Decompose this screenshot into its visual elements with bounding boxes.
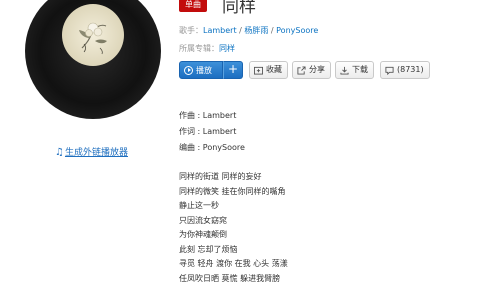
generate-player-link[interactable]: ♫生成外链播放器	[55, 145, 128, 158]
album-cover-image	[62, 4, 124, 66]
collect-button[interactable]: 收藏	[249, 61, 288, 79]
artist-link-2[interactable]: 杨胖雨	[244, 26, 268, 35]
share-button[interactable]: 分享	[292, 61, 331, 79]
artist-link-3[interactable]: PonySoore	[276, 26, 318, 35]
generate-player-link-label: 生成外链播放器	[64, 148, 128, 158]
share-icon	[297, 65, 306, 75]
collect-button-label: 收藏	[266, 65, 282, 74]
lyricist-credit: 作词 : Lambert	[179, 127, 237, 136]
play-circle-icon	[184, 65, 193, 75]
folder-add-icon	[254, 66, 263, 75]
download-button-label: 下载	[352, 65, 368, 74]
lyric-line: 寻觅 轻舟 渡你 在我 心头 荡漾	[179, 259, 288, 268]
share-button-label: 分享	[309, 65, 325, 74]
artist-line: 歌手：Lambert / 杨胖雨 / PonySoore	[179, 26, 319, 35]
singer-label: 歌手：	[179, 26, 203, 35]
download-button[interactable]: 下载	[335, 61, 374, 79]
flower-cover-art	[62, 4, 124, 66]
composer-credit: 作曲 : Lambert	[179, 111, 237, 120]
lyric-line: 静止这一秒	[179, 201, 219, 210]
album-link[interactable]: 同样	[219, 44, 235, 53]
artist-link-1[interactable]: Lambert	[203, 26, 237, 35]
music-note-icon: ♫	[55, 147, 64, 158]
add-to-playlist-button[interactable]: +	[223, 61, 243, 79]
lyric-line: 只因流女窈窕	[179, 215, 227, 225]
comment-count: (8731)	[397, 65, 424, 74]
play-button-label: 播放	[196, 65, 212, 75]
lyric-line: 同样的微笑 挂在你同样的嘴角	[179, 186, 286, 196]
lyric-line: 任凤吹日晒 莫慌 躲进我臂膀	[179, 273, 281, 283]
single-badge: 单曲	[179, 0, 207, 12]
comment-icon	[385, 66, 394, 75]
song-title: 同样	[222, 0, 256, 17]
play-button[interactable]: 播放	[179, 61, 223, 79]
album-line: 所属专辑：同样	[179, 43, 235, 54]
album-disc	[25, 0, 161, 119]
lyric-line: 同样的街道 同样的妄好	[179, 172, 262, 181]
arranger-credit: 编曲 : PonySoore	[179, 143, 245, 152]
lyric-line: 此刻 忘却了烦恼	[179, 244, 238, 254]
lyrics-block: 同样的街道 同样的妄好 同样的微笑 挂在你同样的嘴角 静止这一秒 只因流女窈窕 …	[179, 170, 288, 286]
album-label: 所属专辑：	[179, 44, 219, 53]
comment-button[interactable]: (8731)	[380, 61, 430, 79]
download-icon	[340, 66, 349, 75]
lyric-line: 为你神魂颠倒	[179, 230, 227, 239]
